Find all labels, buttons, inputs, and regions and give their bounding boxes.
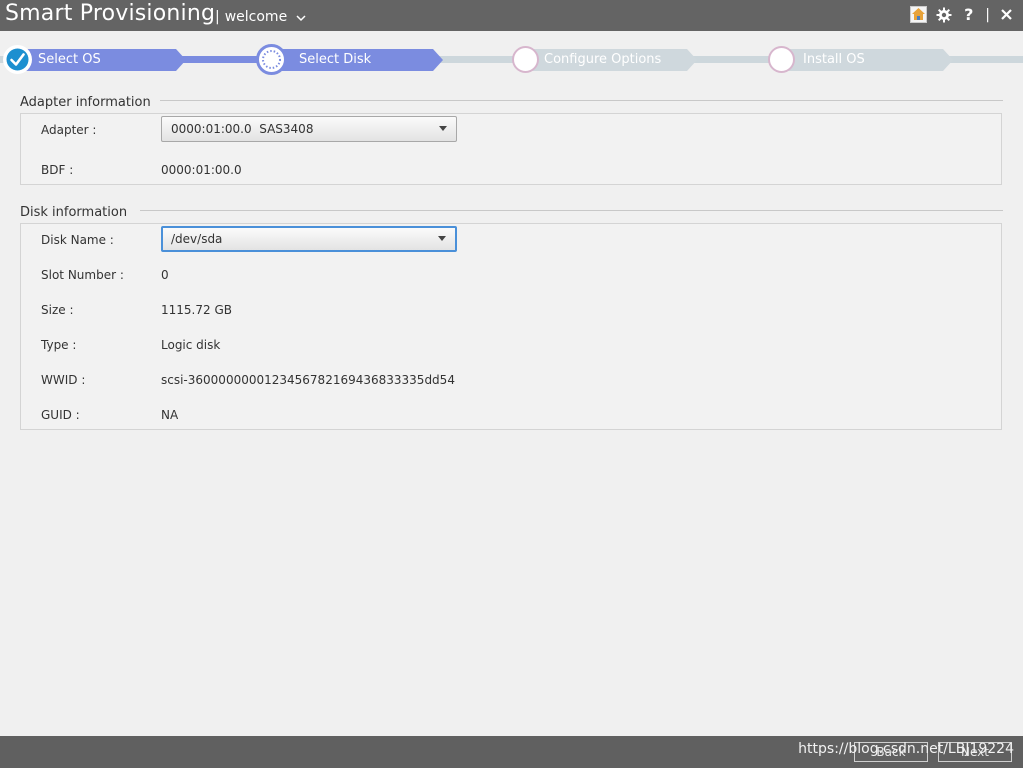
title-divider: | (985, 6, 990, 23)
guid-value: NA (161, 408, 179, 422)
size-value: 1115.72 GB (161, 303, 232, 317)
help-icon[interactable]: ? (960, 5, 977, 24)
loading-circle-icon (256, 44, 287, 75)
disk-name-select-value: /dev/sda (171, 232, 223, 246)
wizard-step-install-os[interactable]: Install OS (781, 49, 953, 71)
user-menu[interactable]: | welcome (215, 9, 306, 25)
pending-circle-icon (768, 46, 795, 73)
disk-name-label: Disk Name : (41, 233, 114, 247)
adapter-label: Adapter : (41, 123, 97, 137)
close-icon[interactable] (998, 6, 1015, 23)
dropdown-caret-icon (439, 126, 447, 131)
section-divider (140, 210, 1003, 211)
disk-panel: Disk Name : /dev/sda Slot Number : 0 Siz… (20, 223, 1002, 430)
watermark-text: https://blog.csdn.net/LBJ19224 (798, 741, 1014, 757)
size-label: Size : (41, 303, 74, 317)
guid-label: GUID : (41, 408, 80, 422)
type-label: Type : (41, 338, 77, 352)
wizard-step-label: Install OS (803, 52, 865, 67)
adapter-section-title: Adapter information (20, 95, 151, 110)
title-icons: ? | (910, 5, 1015, 24)
wizard-step-select-disk[interactable]: Select Disk (270, 49, 443, 71)
wizard-step-label: Select OS (38, 52, 101, 67)
bdf-value: 0000:01:00.0 (161, 163, 242, 177)
wizard-step-select-os[interactable]: Select OS (14, 49, 186, 71)
dropdown-caret-icon (438, 236, 446, 241)
adapter-select[interactable]: 0000:01:00.0 SAS3408 (161, 116, 457, 142)
gear-icon[interactable] (935, 6, 952, 23)
section-divider (160, 100, 1003, 101)
adapter-panel: Adapter : 0000:01:00.0 SAS3408 BDF : 000… (20, 113, 1002, 185)
wizard-step-label: Select Disk (299, 52, 372, 67)
wwid-label: WWID : (41, 373, 86, 387)
wwid-value: scsi-3600000000123456782169436833335dd54 (161, 373, 455, 387)
disk-section-title: Disk information (20, 205, 128, 220)
wizard-step-configure-options[interactable]: Configure Options (525, 49, 697, 71)
pending-circle-icon (512, 46, 539, 73)
disk-name-select[interactable]: /dev/sda (161, 226, 457, 252)
wizard-progress: Select OS Select Disk Configure Options … (0, 44, 1023, 76)
home-icon[interactable] (910, 6, 928, 23)
bottom-bar: Back Next https://blog.csdn.net/LBJ19224 (0, 736, 1023, 768)
title-bar: Smart Provisioning | welcome ? | (0, 0, 1023, 31)
user-separator: | (215, 9, 220, 25)
wizard-step-label: Configure Options (544, 52, 662, 67)
check-circle-icon (2, 44, 33, 75)
bdf-label: BDF : (41, 163, 74, 177)
slot-number-value: 0 (161, 268, 169, 282)
slot-number-label: Slot Number : (41, 268, 124, 282)
app-title: Smart Provisioning (5, 1, 216, 26)
adapter-select-value: 0000:01:00.0 SAS3408 (171, 122, 314, 136)
user-label: welcome (224, 9, 288, 25)
type-value: Logic disk (161, 338, 221, 352)
chevron-down-icon (296, 14, 306, 21)
